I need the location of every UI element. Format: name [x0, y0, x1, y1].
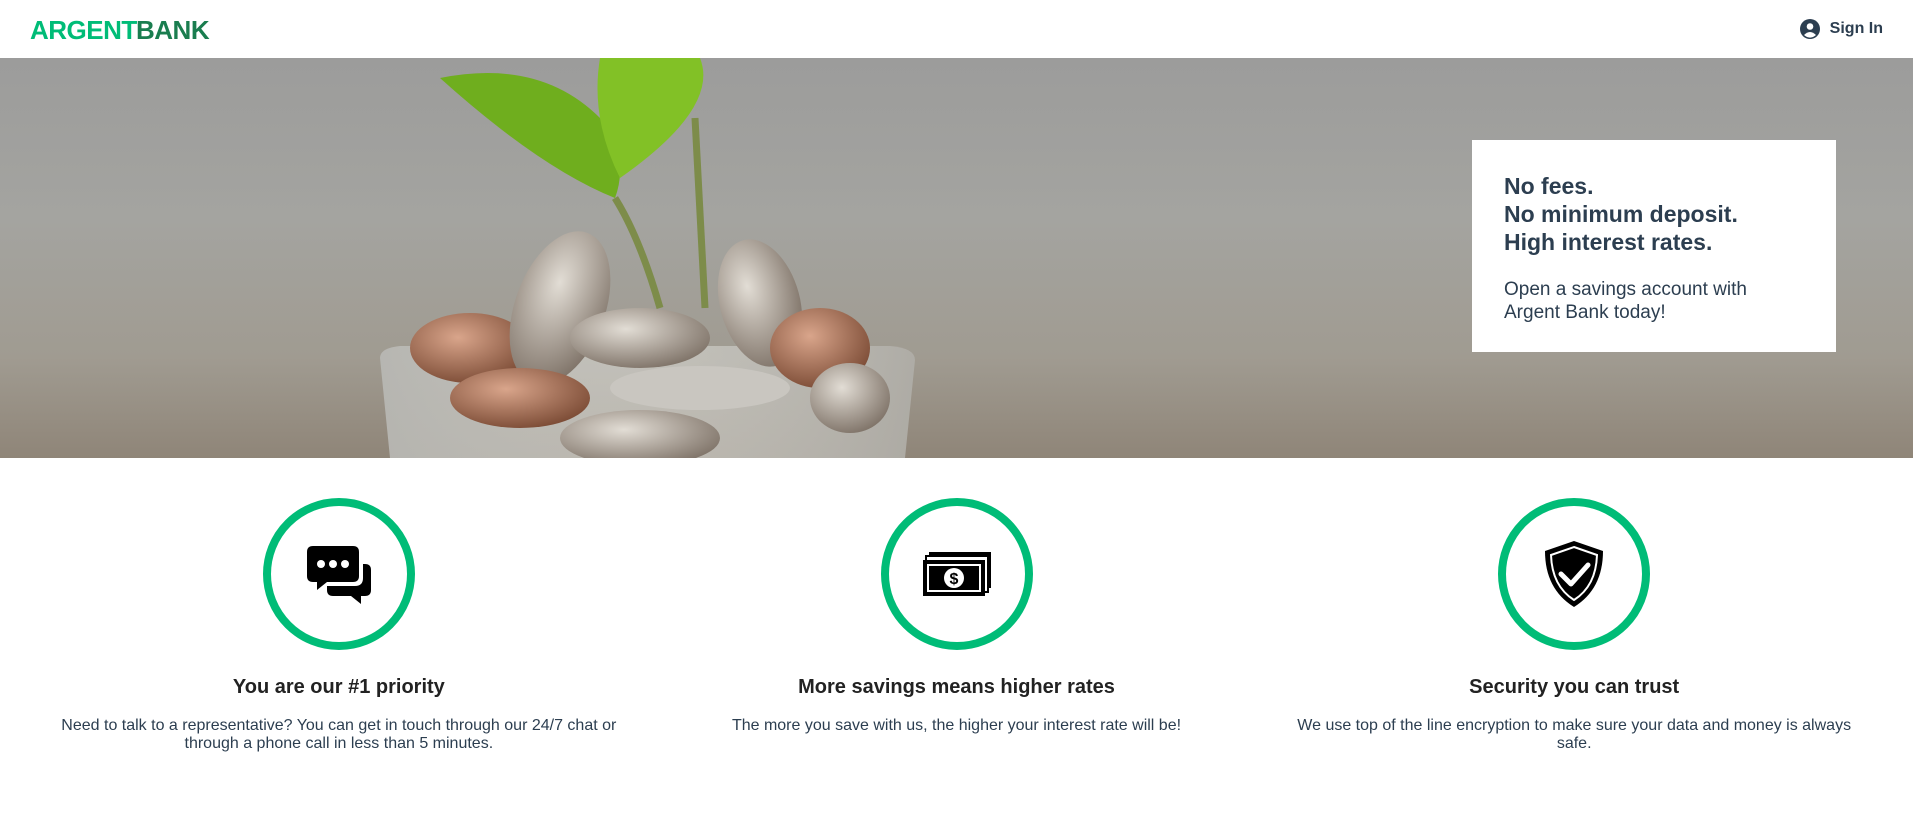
hero-banner: No fees. No minimum deposit. High intere…	[0, 58, 1913, 458]
feature-item: You are our #1 priority Need to talk to …	[30, 458, 648, 840]
feature-item: $ More savings means higher rates The mo…	[648, 458, 1266, 840]
logo-part2: BANK	[136, 15, 210, 44]
main-nav: ARGENT BANK Sign In	[0, 0, 1913, 58]
logo-part1: ARGENT	[30, 15, 137, 44]
sign-in-label: Sign In	[1829, 20, 1883, 37]
security-icon	[1498, 498, 1651, 650]
feature-text: The more you save with us, the higher yo…	[731, 717, 1182, 734]
sign-in-link[interactable]: Sign In	[1799, 19, 1883, 39]
hero-subtitle: High interest rates.	[1504, 229, 1713, 255]
feature-text: We use top of the line encryption to mak…	[1297, 717, 1852, 752]
money-icon: $	[880, 498, 1033, 650]
features-section: You are our #1 priority Need to talk to …	[0, 458, 1913, 840]
logo[interactable]: ARGENT BANK	[30, 9, 210, 49]
user-circle-icon	[1799, 19, 1820, 39]
svg-text:$: $	[949, 571, 958, 588]
hero-subtitle: No minimum deposit.	[1504, 201, 1738, 227]
hero-subtitle: No fees.	[1504, 173, 1594, 199]
feature-title: Security you can trust	[1469, 676, 1680, 698]
feature-item: Security you can trust We use top of the…	[1265, 458, 1883, 840]
logo-icon: ARGENT BANK	[30, 15, 210, 44]
feature-title: You are our #1 priority	[232, 676, 445, 698]
feature-text: Need to talk to a representative? You ca…	[61, 717, 617, 752]
hero-text: Open a savings account with Argent Bank …	[1504, 279, 1747, 323]
feature-title: More savings means higher rates	[798, 676, 1115, 698]
hero-content: No fees. No minimum deposit. High intere…	[1472, 140, 1836, 352]
chat-icon	[262, 498, 415, 650]
